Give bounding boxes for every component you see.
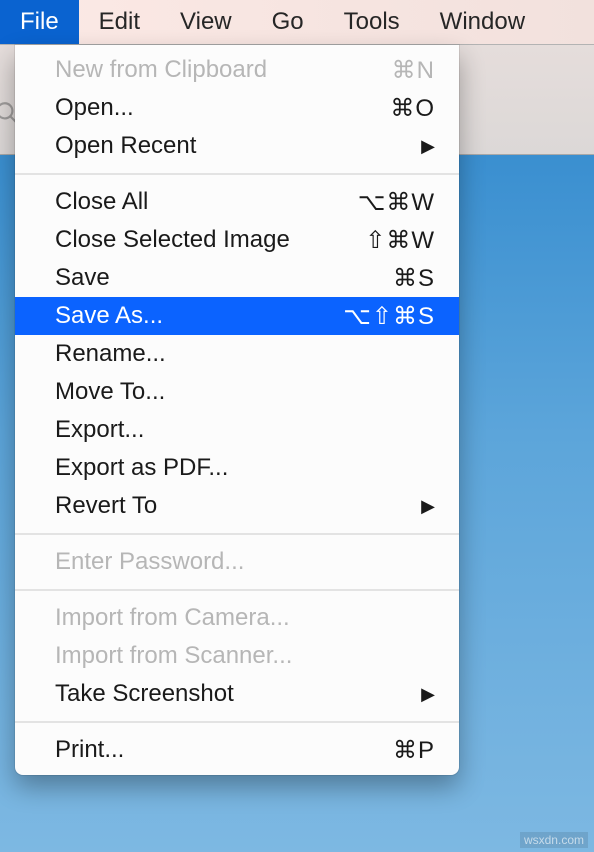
menubar-label: Edit xyxy=(99,8,140,36)
menu-item-open[interactable]: Open... ⌘O xyxy=(15,89,459,127)
menubar-label: File xyxy=(20,8,59,36)
menu-shortcut: ⌘S xyxy=(335,264,435,293)
menu-item-enter-password: Enter Password... xyxy=(15,543,459,581)
menu-separator xyxy=(15,589,459,591)
menu-label: Take Screenshot xyxy=(55,680,335,708)
menu-item-export-as-pdf[interactable]: Export as PDF... xyxy=(15,449,459,487)
menu-separator xyxy=(15,533,459,535)
menu-label: Import from Camera... xyxy=(55,604,435,632)
menubar-item-go[interactable]: Go xyxy=(252,0,324,44)
menu-item-import-from-camera: Import from Camera... xyxy=(15,599,459,637)
menu-shortcut: ⌥⌘W xyxy=(335,188,435,217)
menu-item-close-all[interactable]: Close All ⌥⌘W xyxy=(15,183,459,221)
menu-shortcut: ⌥⇧⌘S xyxy=(335,302,435,331)
menu-label: Open... xyxy=(55,94,335,122)
menu-shortcut: ⌘O xyxy=(335,94,435,123)
watermark: wsxdn.com xyxy=(520,832,588,848)
menu-label: Import from Scanner... xyxy=(55,642,435,670)
menu-label: Print... xyxy=(55,736,335,764)
menubar-item-file[interactable]: File xyxy=(0,0,79,44)
submenu-arrow-icon: ▶ xyxy=(335,684,435,705)
menubar-label: Tools xyxy=(344,8,400,36)
menubar: File Edit View Go Tools Window xyxy=(0,0,594,45)
menu-item-open-recent[interactable]: Open Recent ▶ xyxy=(15,127,459,165)
menu-label: Rename... xyxy=(55,340,435,368)
menu-item-import-from-scanner: Import from Scanner... xyxy=(15,637,459,675)
menu-shortcut: ⌘P xyxy=(335,736,435,765)
menu-label: Export... xyxy=(55,416,435,444)
menu-shortcut: ⇧⌘W xyxy=(335,226,435,255)
menu-label: Save As... xyxy=(55,302,335,330)
menu-label: Revert To xyxy=(55,492,335,520)
menu-label: Export as PDF... xyxy=(55,454,435,482)
menubar-item-edit[interactable]: Edit xyxy=(79,0,160,44)
menu-label: Move To... xyxy=(55,378,435,406)
menu-separator xyxy=(15,721,459,723)
menu-item-save[interactable]: Save ⌘S xyxy=(15,259,459,297)
menu-item-take-screenshot[interactable]: Take Screenshot ▶ xyxy=(15,675,459,713)
menu-shortcut: ⌘N xyxy=(335,56,435,85)
menu-label: Enter Password... xyxy=(55,548,435,576)
menu-item-close-selected-image[interactable]: Close Selected Image ⇧⌘W xyxy=(15,221,459,259)
file-menu-dropdown: New from Clipboard ⌘N Open... ⌘O Open Re… xyxy=(15,45,459,775)
submenu-arrow-icon: ▶ xyxy=(335,496,435,517)
menu-label: Open Recent xyxy=(55,132,335,160)
menu-item-print[interactable]: Print... ⌘P xyxy=(15,731,459,769)
menu-item-move-to[interactable]: Move To... xyxy=(15,373,459,411)
menubar-item-view[interactable]: View xyxy=(160,0,252,44)
menubar-label: Window xyxy=(440,8,525,36)
submenu-arrow-icon: ▶ xyxy=(335,136,435,157)
menubar-item-window[interactable]: Window xyxy=(420,0,545,44)
menu-item-new-from-clipboard: New from Clipboard ⌘N xyxy=(15,51,459,89)
menu-item-rename[interactable]: Rename... xyxy=(15,335,459,373)
menu-item-save-as[interactable]: Save As... ⌥⇧⌘S xyxy=(15,297,459,335)
menu-item-revert-to[interactable]: Revert To ▶ xyxy=(15,487,459,525)
menu-label: Save xyxy=(55,264,335,292)
menubar-label: Go xyxy=(272,8,304,36)
menu-item-export[interactable]: Export... xyxy=(15,411,459,449)
menu-label: Close All xyxy=(55,188,335,216)
menubar-label: View xyxy=(180,8,232,36)
menubar-item-tools[interactable]: Tools xyxy=(324,0,420,44)
menu-label: New from Clipboard xyxy=(55,56,335,84)
menu-label: Close Selected Image xyxy=(55,226,335,254)
menu-separator xyxy=(15,173,459,175)
